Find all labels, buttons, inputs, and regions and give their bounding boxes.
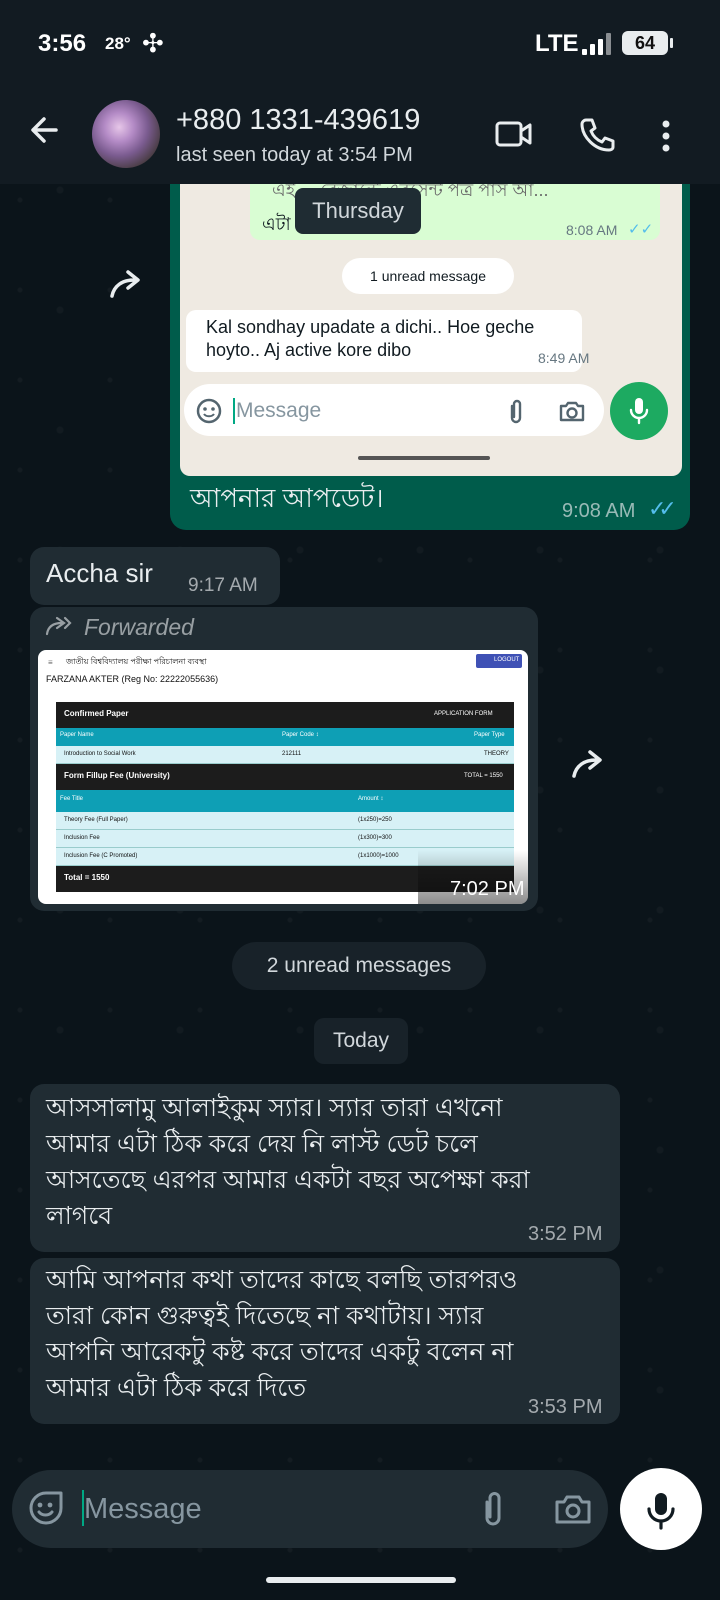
confirmed-paper-title: Confirmed Paper xyxy=(64,709,129,718)
signal-icon xyxy=(582,33,616,55)
forwarded-icon xyxy=(45,616,72,636)
application-form-link: APPLICATION FORM xyxy=(434,711,493,717)
status-temperature: 28° xyxy=(105,34,131,53)
message-line: আসতেছে এরপর আমার একটা বছর অপেক্ষা করা xyxy=(46,1166,530,1194)
message-time: 3:53 PM xyxy=(528,1396,603,1418)
paper-col-type: Paper Type xyxy=(474,732,505,738)
back-arrow-icon[interactable] xyxy=(24,110,64,150)
fee-row-title: Theory Fee (Full Paper) xyxy=(64,817,128,823)
attach-icon[interactable] xyxy=(480,1490,506,1530)
more-vert-icon[interactable] xyxy=(658,118,674,154)
network-type: LTE xyxy=(535,30,579,57)
mic-icon xyxy=(629,398,649,425)
fee-col-amount: Amount ↕ xyxy=(358,796,384,802)
fee-total: Total = 1550 xyxy=(64,873,110,882)
forwarded-document-image[interactable]: ≡ জাতীয় বিশ্ববিদ্যালয় পরীক্ষা পরিচালনা… xyxy=(38,650,528,904)
fee-total-head: TOTAL = 1550 xyxy=(464,773,503,779)
message-line: আমি আপনার কথা তাদের কাছে বলছি তারপরও xyxy=(46,1266,518,1294)
fee-row-title: Inclusion Fee xyxy=(64,835,100,841)
message-input[interactable]: Message xyxy=(84,1493,202,1526)
fee-row-amount: (1x250)=250 xyxy=(358,817,392,823)
chat-header: +880 1331-439619 last seen today at 3:54… xyxy=(0,88,720,184)
fee-row-amount: (1x1000)=1000 xyxy=(358,853,399,859)
sticker-icon[interactable] xyxy=(28,1490,64,1526)
doc-org-title: জাতীয় বিশ্ববিদ্যালয় পরীক্ষা পরিচালনা ব… xyxy=(66,657,207,666)
camera-icon xyxy=(559,401,585,422)
paper-code: 212111 xyxy=(282,751,302,757)
message-line: আপনি আরেকটু কষ্ট করে তাদের একটু বলেন না xyxy=(46,1338,514,1366)
status-time: 3:56 xyxy=(38,30,87,57)
home-gesture-pill[interactable] xyxy=(266,1577,456,1583)
message-time: 9:08 AM xyxy=(562,500,636,522)
screenshot-incoming-text: Kal sondhay upadate a dichi.. Hoe geche … xyxy=(206,317,535,360)
last-seen[interactable]: last seen today at 3:54 PM xyxy=(176,144,413,167)
read-receipt-icon: ✓✓ xyxy=(628,221,654,238)
message-list[interactable]: এই ... রেজাল্টে এবসেন্ট পত্র পাস আ... এট… xyxy=(0,184,720,1456)
attach-icon xyxy=(510,399,522,424)
screenshot-cursor xyxy=(233,398,235,424)
forward-icon[interactable] xyxy=(108,266,148,300)
paper-col-code: Paper Code ↕ xyxy=(282,732,319,738)
fee-title: Form Fillup Fee (University) xyxy=(64,771,170,780)
doc-student: FARZANA AKTER (Reg No: 22222055636) xyxy=(46,674,219,684)
logout-label: LOGOUT xyxy=(494,657,520,663)
contact-name[interactable]: +880 1331-439619 xyxy=(176,104,420,137)
screenshot-unread-chip: 1 unread message xyxy=(342,258,514,294)
screenshot-image[interactable]: এই ... রেজাল্টে এবসেন্ট পত্র পাস আ... এট… xyxy=(180,184,682,476)
paper-col-name: Paper Name xyxy=(60,732,94,738)
camera-icon[interactable] xyxy=(554,1492,592,1526)
phone-icon[interactable] xyxy=(578,116,616,154)
message-text: আমি আপনার কথা তাদের কাছে বলছি তারপরও তার… xyxy=(46,1262,616,1406)
screenshot-nav-pill xyxy=(358,456,490,460)
date-chip: Today xyxy=(314,1018,408,1064)
fee-col-title: Fee Title xyxy=(60,796,84,802)
video-call-icon[interactable] xyxy=(494,116,534,152)
menu-icon: ≡ xyxy=(48,658,53,667)
battery-icon: 64 xyxy=(622,31,673,55)
screenshot-message-placeholder: Message xyxy=(236,399,322,422)
mic-icon xyxy=(647,1493,675,1530)
fan-icon: ✣ xyxy=(142,28,164,58)
message-caption: আপনার আপডেট। xyxy=(190,483,384,513)
screenshot-time-2: 8:49 AM xyxy=(538,350,590,366)
message-line: আসসালামু আলাইকুম স্যার। স্যার তারা এখনো xyxy=(46,1094,503,1122)
forwarded-label: Forwarded xyxy=(84,614,194,640)
message-text: আসসালামু আলাইকুম স্যার। স্যার তারা এখনো … xyxy=(46,1090,616,1234)
fee-table-header xyxy=(56,790,514,812)
fee-row-title: Inclusion Fee (C Promoted) xyxy=(64,853,138,859)
message-text: Accha sir xyxy=(46,558,153,588)
unread-messages-chip: 2 unread messages xyxy=(232,942,486,990)
paper-name: Introduction to Social Work xyxy=(64,751,136,757)
screenshot-eta-text: এটা xyxy=(262,214,291,234)
paper-type: THEORY xyxy=(484,751,509,757)
read-receipt-icon: ✓✓ xyxy=(648,496,677,521)
message-time: 3:52 PM xyxy=(528,1223,603,1245)
message-time: 7:02 PM xyxy=(450,878,525,900)
message-time: 9:17 AM xyxy=(188,575,258,596)
sticker-icon xyxy=(196,398,222,424)
forward-icon[interactable] xyxy=(570,746,610,780)
status-bar: 3:56 28° ✣ LTE 64 xyxy=(0,0,720,88)
message-line: তারা কোন গুরুত্বই দিতেছে না কথাটায়। স্য… xyxy=(46,1302,484,1330)
message-line: আমার এটা ঠিক করে দেয় নি লাস্ট ডেট চলে xyxy=(46,1130,478,1158)
screenshot-time-1: 8:08 AM xyxy=(566,222,618,238)
avatar[interactable] xyxy=(92,100,160,168)
table-row xyxy=(56,830,514,848)
fee-row-amount: (1x300)=300 xyxy=(358,835,392,841)
screenshot-date-chip: Thursday xyxy=(295,188,421,234)
